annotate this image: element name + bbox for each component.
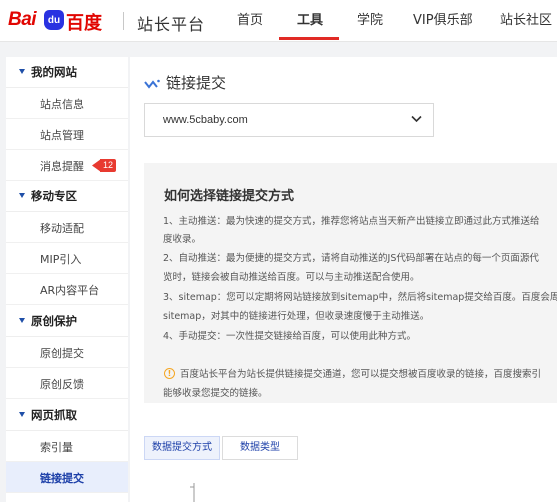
nav-tools[interactable]: 工具 <box>297 0 323 42</box>
sidebar-item-label: MIP引入 <box>40 253 82 266</box>
info-line: 度收录。 <box>163 234 202 245</box>
tab-submit-method[interactable]: 数据提交方式 <box>144 436 220 460</box>
tab-data-type[interactable]: 数据类型 <box>222 436 298 460</box>
sidebar-item-label: 站点管理 <box>40 129 84 142</box>
sidebar-item-label: 移动适配 <box>40 222 84 235</box>
info-line: 3、sitemap：您可以定期将网站链接放到sitemap中，然后将sitema… <box>163 292 557 303</box>
logo-text-bai: Bai <box>8 9 37 30</box>
nav-home[interactable]: 首页 <box>237 0 263 42</box>
sidebar-item-label: 原创反馈 <box>40 378 84 391</box>
sidebar-group-mobile[interactable]: 移动专区 <box>6 181 128 212</box>
sidebar-group-label: 原创保护 <box>31 314 77 328</box>
sidebar-item-ar-platform[interactable]: AR内容平台 <box>6 274 128 305</box>
nav-community[interactable]: 站长社区 <box>500 0 552 42</box>
sidebar-item-messages[interactable]: 消息提醒 12 <box>6 150 128 181</box>
sidebar-group-my-sites[interactable]: 我的网站 <box>6 57 128 88</box>
info-line: 1、主动推送：最为快速的提交方式，推荐您将站点当天新产出链接立即通过此方式推送给 <box>163 216 540 227</box>
main-panel: 链接提交 www.5cbaby.com 如何选择链接提交方式 1、主动推送：最为… <box>130 57 557 502</box>
sidebar-group-original[interactable]: 原创保护 <box>6 306 128 337</box>
submission-info-box: 如何选择链接提交方式 1、主动推送：最为快速的提交方式，推荐您将站点当天新产出链… <box>144 163 557 403</box>
sidebar-item-mobile-adapt[interactable]: 移动适配 <box>6 212 128 243</box>
site-select-value: www.5cbaby.com <box>163 114 248 126</box>
site-select-dropdown[interactable]: www.5cbaby.com <box>144 103 434 137</box>
sidebar-item-site-info[interactable]: 站点信息 <box>6 88 128 119</box>
page-title: 链接提交 <box>166 74 227 92</box>
sidebar-item-label: AR内容平台 <box>40 284 100 297</box>
notice-line: 百度站长平台为站长提供链接提交通道，您可以提交想被百度收录的链接，百度搜索引 <box>180 369 542 380</box>
sidebar-item-mip[interactable]: MIP引入 <box>6 243 128 274</box>
logo-text-baidu: 百度 <box>66 13 102 34</box>
sidebar-item-index[interactable]: 索引量 <box>6 431 128 462</box>
triangle-down-icon <box>19 69 25 74</box>
triangle-down-icon <box>19 318 25 323</box>
header-divider <box>123 12 124 30</box>
notice-line: 能够收录您提交的链接。 <box>163 388 268 399</box>
message-count-badge: 12 <box>100 159 117 172</box>
chart-wave-icon <box>144 79 160 89</box>
sidebar-group-label: 移动专区 <box>31 189 77 203</box>
sidebar-group-label: 我的网站 <box>31 65 77 79</box>
sidebar-item-link-submit[interactable]: 链接提交 <box>6 462 128 493</box>
site-title[interactable]: 站长平台 <box>137 11 205 35</box>
info-line: 4、手动提交：一次性提交链接给百度，可以使用此种方式。 <box>163 331 417 342</box>
nav-academy[interactable]: 学院 <box>357 0 383 42</box>
sidebar-item-label: 原创提交 <box>40 347 84 360</box>
triangle-down-icon <box>19 412 25 417</box>
sidebar-item-original-submit[interactable]: 原创提交 <box>6 337 128 368</box>
sidebar-item-site-manage[interactable]: 站点管理 <box>6 119 128 150</box>
sidebar: 我的网站 站点信息 站点管理 消息提醒 12 移动专区 移动适配 MIP引入 A… <box>6 57 128 502</box>
triangle-down-icon <box>19 193 25 198</box>
chevron-down-icon <box>411 115 422 123</box>
sidebar-item-label: 站点信息 <box>40 98 84 111</box>
info-line: 2、自动推送：最为便捷的提交方式，请将自动推送的JS代码部署在站点的每一个页面源… <box>163 253 539 264</box>
info-line: 览时，链接会被自动推送给百度。可以与主动推送配合使用。 <box>163 272 420 283</box>
paw-logo-icon: du <box>44 10 64 30</box>
info-circle-icon: ! <box>164 368 175 379</box>
sidebar-item-label: 消息提醒 <box>40 160 84 173</box>
sidebar-item-label: 索引量 <box>40 441 73 454</box>
sidebar-item-original-feedback[interactable]: 原创反馈 <box>6 368 128 399</box>
sidebar-group-crawl[interactable]: 网页抓取 <box>6 400 128 431</box>
info-line: sitemap，对其中的链接进行处理，但收录速度慢于主动推送。 <box>163 311 430 322</box>
nav-active-indicator <box>279 37 339 40</box>
nav-vip-club[interactable]: VIP俱乐部 <box>413 0 473 42</box>
baidu-logo[interactable]: Bai du 百度 <box>8 9 108 34</box>
sidebar-item-label: 链接提交 <box>40 472 84 485</box>
info-heading: 如何选择链接提交方式 <box>164 189 295 204</box>
chart-axis-stub <box>190 483 195 502</box>
sidebar-group-label: 网页抓取 <box>31 408 77 422</box>
top-header: Bai du 百度 站长平台 首页 工具 学院 VIP俱乐部 站长社区 <box>0 0 557 42</box>
